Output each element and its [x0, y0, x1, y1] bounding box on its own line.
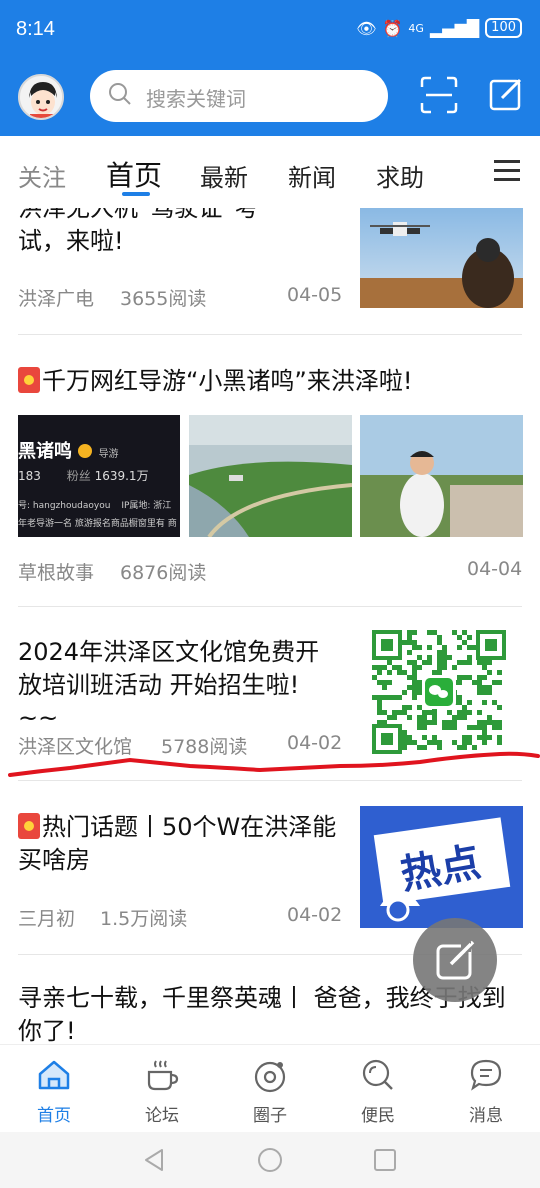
profile-name: 黑诸鸣: [18, 441, 72, 462]
feed-item-reads: 6876阅读: [120, 562, 207, 584]
home-icon: [38, 1060, 70, 1090]
tab-active-indicator: [122, 192, 150, 196]
app-bar: 搜索关键词: [0, 60, 540, 136]
nav-service[interactable]: 便民: [338, 1057, 418, 1126]
status-time: 8:14: [16, 18, 55, 40]
search-icon: [362, 1059, 393, 1090]
message-icon: [470, 1059, 502, 1091]
feed-item-source: 草根故事: [18, 562, 95, 584]
nav-messages-label: 消息: [469, 1106, 503, 1126]
menu-icon[interactable]: [494, 160, 520, 182]
profile-id: 号: hangzhoudaoyou: [18, 501, 111, 511]
search-icon: [109, 83, 131, 105]
tour-guide-photo: [360, 415, 523, 537]
feed-item-title: 2024年洪泽区文化馆免费开放培训班活动 开始招生啦! ~~: [18, 638, 320, 732]
hot-topic-image: 热点: [360, 806, 523, 928]
verified-icon: [78, 444, 93, 458]
divider: [18, 334, 522, 335]
tab-help[interactable]: 求助: [376, 158, 424, 193]
feed-item-date: 04-02: [287, 904, 343, 926]
eye-icon: 👁: [356, 18, 377, 38]
hot-badge-icon: [18, 813, 40, 839]
edit-icon[interactable]: [488, 76, 524, 112]
scan-icon[interactable]: [420, 76, 458, 114]
battery-icon: 100: [485, 18, 522, 38]
nav-service-label: 便民: [361, 1106, 395, 1126]
profile-followers-label: 粉丝: [66, 469, 91, 483]
nav-forum[interactable]: 论坛: [122, 1057, 202, 1126]
hot-badge-icon: [18, 367, 40, 393]
coffee-icon: [147, 1060, 179, 1091]
divider: [18, 606, 522, 607]
nav-circle-label: 圈子: [253, 1106, 287, 1126]
search-placeholder: 搜索关键词: [146, 87, 246, 111]
nav-circle[interactable]: 圈子: [230, 1057, 310, 1126]
feed-item-title-partial: 洪泽无人机“驾驶证”考: [18, 208, 259, 222]
feed-item-reads: 1.5万阅读: [100, 908, 188, 930]
feed-item-reads: 3655阅读: [120, 288, 207, 310]
nav-home-label: 首页: [37, 1106, 71, 1126]
tab-news[interactable]: 新闻: [288, 158, 336, 193]
tab-latest[interactable]: 最新: [200, 158, 248, 193]
signal-icon: ▂▄▆█: [429, 18, 480, 38]
system-nav-bar: [0, 1132, 540, 1188]
compose-icon: [436, 940, 475, 980]
back-icon[interactable]: [142, 1148, 166, 1172]
drone-photo: [360, 208, 523, 308]
feed-item-source: 三月初: [18, 908, 76, 930]
profile-ip: IP属地: 浙江: [121, 501, 172, 511]
feed-item-date: 04-05: [287, 284, 343, 306]
feed-item-title: 试，来啦!: [18, 227, 124, 255]
profile-badge: 导游: [98, 449, 119, 460]
feed-item-date: 04-04: [467, 558, 523, 580]
avatar[interactable]: [18, 74, 64, 120]
nav-messages[interactable]: 消息: [446, 1057, 526, 1126]
divider: [18, 780, 522, 781]
profile-stat: 183: [18, 469, 41, 483]
status-icons: 👁 ⏰ 4G ▂▄▆█ 100: [356, 18, 522, 38]
tab-home[interactable]: 首页: [106, 154, 162, 194]
alarm-icon: ⏰: [382, 18, 403, 38]
feed-item-source: 洪泽广电: [18, 288, 95, 310]
bottom-nav: 首页 论坛 圈子 便民 消息: [0, 1044, 540, 1132]
signal-label: 4G: [408, 21, 424, 35]
search-input[interactable]: 搜索关键词: [90, 70, 388, 122]
compose-button[interactable]: [413, 918, 497, 1002]
channel-tabs: 关注 首页 最新 新闻 求助: [0, 136, 540, 208]
aerial-lake-photo: [189, 415, 352, 537]
tab-follow[interactable]: 关注: [18, 158, 66, 193]
profile-followers: 1639.1万: [94, 469, 149, 483]
circle-icon: [254, 1061, 286, 1093]
feed-item-title: 千万网红导游“小黑诸鸣”来洪泽啦!: [18, 365, 528, 398]
douyin-profile-image: 黑诸鸣 导游 183 粉丝 1639.1万 号: hangzhoudaoyou …: [18, 415, 180, 537]
nav-forum-label: 论坛: [145, 1106, 179, 1126]
recents-icon[interactable]: [373, 1148, 397, 1172]
status-bar: 8:14 👁 ⏰ 4G ▂▄▆█ 100: [0, 0, 540, 60]
nav-home[interactable]: 首页: [14, 1057, 94, 1126]
qr-code-image: [372, 630, 506, 754]
feed-item-title: 热门话题丨50个W在洪泽能买啥房: [18, 813, 337, 874]
home-button-icon[interactable]: [257, 1147, 283, 1173]
profile-desc: 年老导游一名 旅游报名商品橱窗里有 商: [18, 519, 177, 529]
